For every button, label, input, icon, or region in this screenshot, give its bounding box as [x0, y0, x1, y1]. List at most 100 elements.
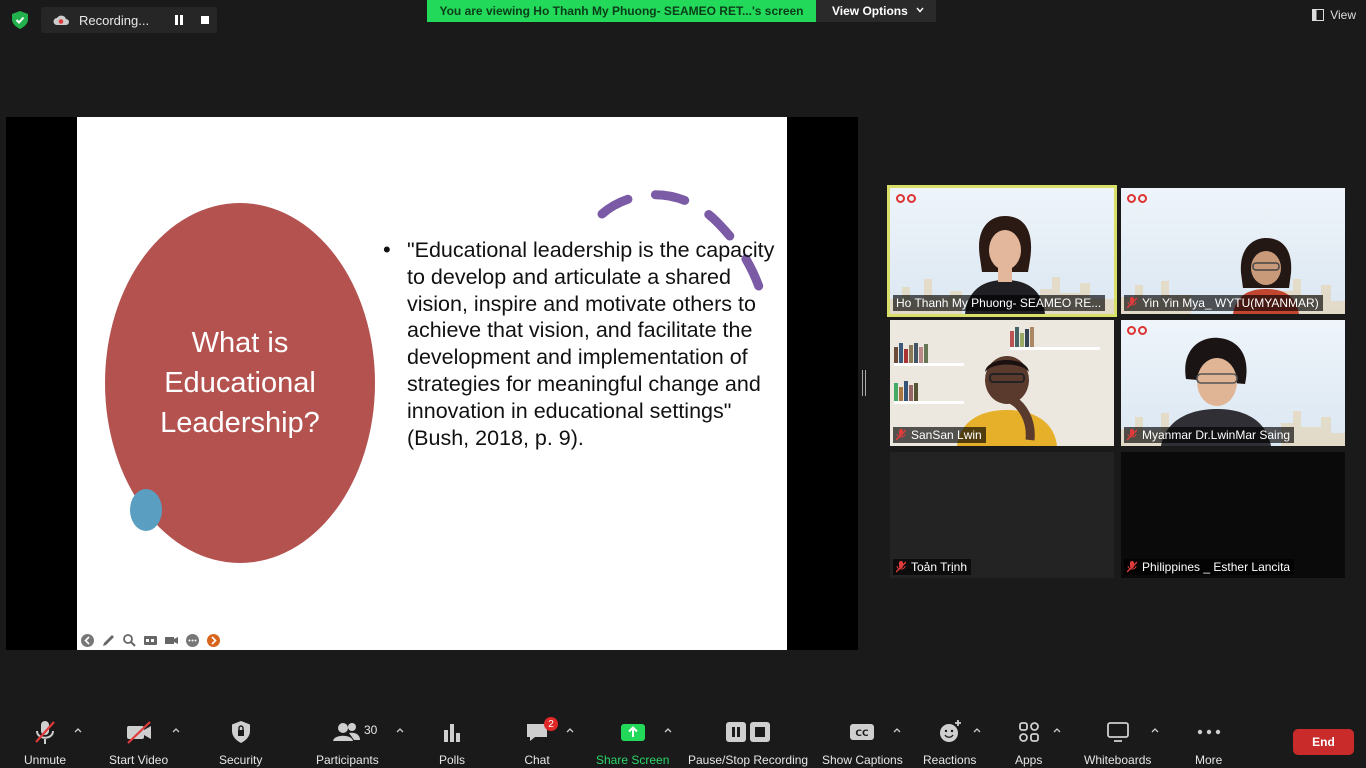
- reactions-button[interactable]: Reactions: [923, 719, 976, 767]
- security-shield-icon: [12, 11, 28, 29]
- chevron-up-icon[interactable]: [973, 727, 981, 733]
- event-logo: [1127, 194, 1147, 203]
- unmute-label: Unmute: [24, 753, 67, 767]
- subtitles-icon[interactable]: [143, 633, 158, 648]
- security-shield-icon: [231, 721, 250, 743]
- stop-recording-icon[interactable]: [201, 16, 209, 24]
- participants-button[interactable]: Participants 30: [316, 719, 379, 767]
- participant-name: Ho Thanh My Phuong- SEAMEO RE...: [896, 296, 1102, 310]
- chevron-up-icon[interactable]: [396, 727, 404, 733]
- participant-name: Philippines _ Esther Lancita: [1142, 560, 1291, 574]
- more-label: More: [1195, 753, 1223, 767]
- meeting-toolbar: Unmute Start Video Security Participants…: [0, 713, 1366, 768]
- unmute-button[interactable]: Unmute: [24, 719, 66, 767]
- participant-tile[interactable]: Toản Trịnh: [890, 452, 1114, 578]
- security-button[interactable]: Security: [219, 719, 262, 767]
- decorative-dot: [130, 489, 162, 531]
- participant-name-tag: Yin Yin Mya_ WYTU(MYANMAR): [1124, 295, 1323, 311]
- zoom-icon[interactable]: [122, 633, 137, 648]
- bullet: •: [383, 237, 391, 262]
- polls-button[interactable]: Polls: [439, 719, 465, 767]
- participant-name-tag: Toản Trịnh: [893, 559, 972, 575]
- chevron-up-icon[interactable]: [74, 727, 82, 733]
- polls-icon: [444, 724, 460, 742]
- view-options-label: View Options: [832, 4, 908, 18]
- chevron-up-icon[interactable]: [893, 727, 901, 733]
- share-screen-label: Share Screen: [596, 753, 670, 767]
- more-options-icon[interactable]: [185, 633, 200, 648]
- recording-indicator: Recording...: [41, 7, 217, 33]
- video-off-icon: [126, 721, 151, 744]
- muted-mic-icon: [1127, 561, 1137, 573]
- more-button[interactable]: More: [1195, 719, 1222, 767]
- apps-button[interactable]: Apps: [1015, 719, 1042, 767]
- gallery-view-icon: [1312, 9, 1325, 21]
- participant-tile[interactable]: Yin Yin Mya_ WYTU(MYANMAR): [1121, 188, 1345, 314]
- svg-text:CC: CC: [856, 729, 870, 739]
- participant-name-tag: SanSan Lwin: [893, 427, 986, 443]
- participant-name-tag: Philippines _ Esther Lancita: [1124, 559, 1295, 575]
- whiteboards-label: Whiteboards: [1084, 753, 1152, 767]
- participant-name-tag: Myanmar Dr.LwinMar Saing: [1124, 427, 1295, 443]
- slide-title: What is Educational Leadership?: [160, 327, 320, 439]
- share-screen-icon: [620, 724, 645, 741]
- shared-screen: What is Educational Leadership? • "Educa…: [6, 117, 858, 650]
- viewing-screen-banner: You are viewing Ho Thanh My Phuong- SEAM…: [427, 0, 816, 22]
- chat-label: Chat: [524, 753, 550, 767]
- reactions-icon: [939, 720, 961, 742]
- muted-mic-icon: [896, 429, 906, 441]
- end-meeting-button[interactable]: End: [1293, 729, 1354, 755]
- bookshelf: [1010, 326, 1100, 350]
- more-dots-icon: [1197, 729, 1220, 735]
- chevron-down-icon: [916, 7, 924, 13]
- presentation-slide: What is Educational Leadership? • "Educa…: [77, 117, 787, 650]
- share-screen-button[interactable]: Share Screen: [596, 719, 669, 767]
- pause-recording-icon[interactable]: [174, 15, 184, 25]
- chevron-up-icon[interactable]: [566, 727, 574, 733]
- participants-count: 30: [364, 723, 378, 737]
- start-video-button[interactable]: Start Video: [109, 719, 168, 767]
- participant-tile[interactable]: Ho Thanh My Phuong- SEAMEO RE...: [887, 185, 1117, 317]
- whiteboard-icon: [1106, 722, 1129, 742]
- chevron-up-icon[interactable]: [172, 727, 180, 733]
- view-label: View: [1330, 8, 1356, 22]
- participant-name: Toản Trịnh: [911, 560, 968, 574]
- pause-stop-recording-label: Pause/Stop Recording: [688, 753, 809, 767]
- previous-slide-icon[interactable]: [80, 633, 95, 648]
- view-options-button[interactable]: View Options: [816, 0, 936, 22]
- quote-text: "Educational leadership is the capacity …: [407, 238, 775, 450]
- participant-tile[interactable]: Philippines _ Esther Lancita: [1121, 452, 1345, 578]
- panel-splitter[interactable]: [862, 370, 866, 396]
- start-video-label: Start Video: [109, 753, 169, 767]
- pen-icon[interactable]: [101, 633, 116, 648]
- show-captions-label: Show Captions: [822, 753, 903, 767]
- whiteboards-button[interactable]: Whiteboards: [1084, 719, 1151, 767]
- polls-label: Polls: [439, 753, 466, 767]
- next-slide-icon[interactable]: [206, 633, 221, 648]
- quote-block: • "Educational leadership is the capacit…: [377, 237, 777, 451]
- security-label: Security: [219, 753, 263, 767]
- show-captions-button[interactable]: CC Show Captions: [822, 719, 903, 767]
- participant-tile[interactable]: SanSan Lwin: [890, 320, 1114, 446]
- apps-label: Apps: [1015, 753, 1043, 767]
- chevron-up-icon[interactable]: [1053, 727, 1061, 733]
- participants-label: Participants: [316, 753, 379, 767]
- chat-badge: 2: [544, 717, 558, 731]
- participant-name-tag: Ho Thanh My Phuong- SEAMEO RE...: [893, 295, 1106, 311]
- participant-tile[interactable]: Myanmar Dr.LwinMar Saing: [1121, 320, 1345, 446]
- chat-button[interactable]: 2 Chat: [524, 717, 558, 767]
- event-logo: [1127, 326, 1147, 335]
- view-button[interactable]: View: [1312, 8, 1356, 22]
- camera-icon[interactable]: [164, 633, 179, 648]
- event-logo: [896, 194, 916, 203]
- participant-name: Myanmar Dr.LwinMar Saing: [1142, 428, 1291, 442]
- muted-mic-icon: [1127, 297, 1137, 309]
- participants-icon: [333, 723, 361, 741]
- cloud-recording-icon: [53, 15, 69, 25]
- chevron-up-icon[interactable]: [1151, 727, 1159, 733]
- captions-icon: CC: [850, 724, 875, 740]
- chevron-up-icon[interactable]: [664, 727, 672, 733]
- reactions-label: Reactions: [923, 753, 977, 767]
- slide-tools: [80, 633, 221, 648]
- pause-stop-recording-button[interactable]: Pause/Stop Recording: [688, 719, 808, 767]
